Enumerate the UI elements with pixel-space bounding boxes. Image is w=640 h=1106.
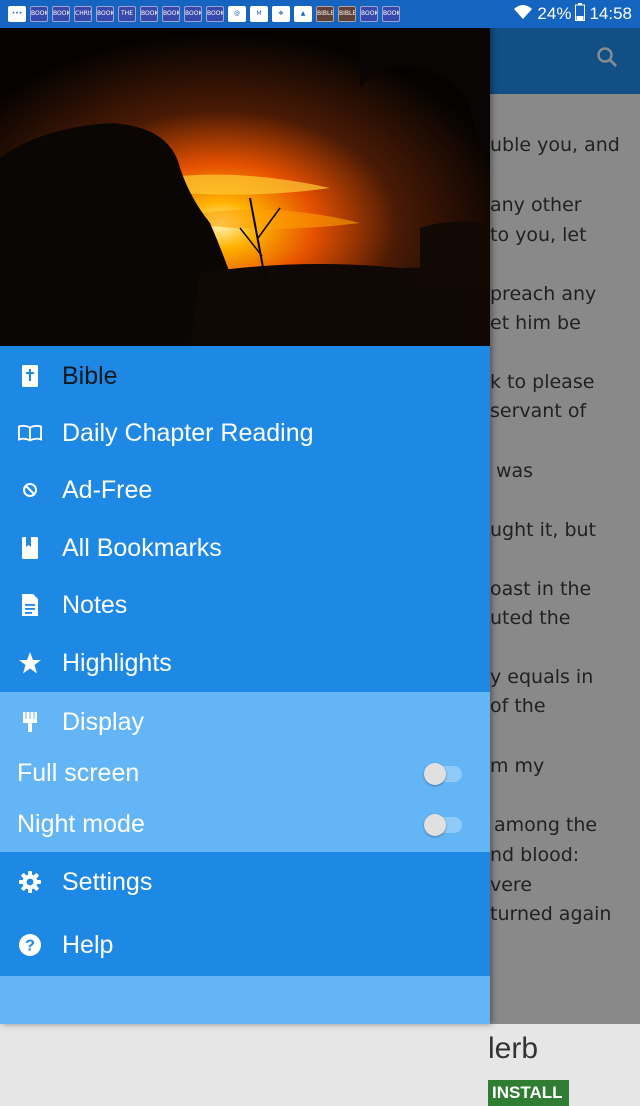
gear-icon: [18, 870, 42, 894]
note-icon: [18, 593, 42, 617]
clock: 14:58: [589, 4, 632, 23]
menu-item-all-bookmarks[interactable]: All Bookmarks: [0, 520, 490, 576]
book-app-icon-5: BOOK: [140, 6, 158, 22]
full-screen-row[interactable]: Full screen: [0, 750, 490, 800]
drawer-header-image: [0, 28, 490, 346]
status-bar: •••BOOKBOOKCHRISTBOOKTHEBOOKBOOKBOOKBOOK…: [0, 0, 640, 28]
dropbox-icon: ❖: [272, 6, 290, 22]
book-app-icon-9: BOOK: [360, 6, 378, 22]
menu-item-daily-chapter-reading[interactable]: Daily Chapter Reading: [0, 405, 490, 461]
ad-title: lerb: [488, 1032, 539, 1065]
battery-icon: [575, 3, 586, 25]
book-app-icon-4: BOOK: [96, 6, 114, 22]
settings-label: Settings: [62, 867, 153, 896]
night-mode-switch[interactable]: [424, 814, 462, 836]
messages-icon: •••: [8, 6, 26, 22]
notification-icons: •••BOOKBOOKCHRISTBOOKTHEBOOKBOOKBOOKBOOK…: [8, 6, 400, 22]
help-icon: ?: [18, 933, 42, 957]
book-app-icon-3: CHRIST: [74, 6, 92, 22]
full-screen-label: Full screen: [17, 759, 140, 787]
menu-item-notes[interactable]: Notes: [0, 577, 490, 633]
block-icon: [18, 478, 42, 502]
star-icon: [18, 651, 42, 675]
menu-item-label: Ad-Free: [62, 475, 153, 504]
menu-item-label: Notes: [62, 590, 128, 619]
book-app-icon-7: BOOK: [184, 6, 202, 22]
bible-book-icon: [18, 364, 42, 388]
battery-level: 24%: [537, 4, 572, 23]
menu-item-label: Bible: [62, 361, 118, 390]
gallery-icon: ▲: [294, 6, 312, 22]
the-gospel-app-icon: THE: [118, 6, 136, 22]
display-label: Display: [62, 707, 144, 736]
open-book-icon: [18, 421, 42, 445]
menu-item-ad-free[interactable]: Ad-Free: [0, 462, 490, 518]
help-label: Help: [62, 930, 114, 959]
full-screen-switch[interactable]: [424, 763, 462, 785]
wifi-icon: [513, 3, 533, 25]
navigation-drawer: Bible Daily Chapter Reading Ad-Free All Boo…: [0, 28, 490, 1024]
menu-item-highlights[interactable]: Highlights: [0, 635, 490, 691]
gmail-icon: M: [250, 6, 268, 22]
book-app-icon-8: BOOK: [206, 6, 224, 22]
at-sign-icon: @: [228, 6, 246, 22]
menu-item-label: Daily Chapter Reading: [62, 418, 314, 447]
display-header: Display: [0, 694, 490, 750]
switch-knob: [424, 763, 446, 785]
brush-icon: [18, 710, 42, 734]
book-app-icon-1: BOOK: [30, 6, 48, 22]
help-item[interactable]: ? Help: [0, 917, 490, 973]
night-mode-label: Night mode: [17, 810, 145, 838]
book-app-icon-10: BOOK: [382, 6, 400, 22]
display-section: Display Full screen Night mode: [0, 692, 490, 852]
book-app-icon-6: BOOK: [162, 6, 180, 22]
bookmark-book-icon: [18, 536, 42, 560]
night-mode-row[interactable]: Night mode: [0, 801, 490, 851]
bible-app-icon-1: BIBLE: [316, 6, 334, 22]
book-app-icon-2: BOOK: [52, 6, 70, 22]
bible-app-icon-2: BIBLE: [338, 6, 356, 22]
settings-item[interactable]: Settings: [0, 854, 490, 910]
footer-menu: Settings ? Help: [0, 852, 490, 976]
menu-item-label: All Bookmarks: [62, 533, 222, 562]
menu-item-bible[interactable]: Bible: [0, 348, 490, 404]
main-menu: Bible Daily Chapter Reading Ad-Free All Boo…: [0, 346, 490, 692]
menu-item-label: Highlights: [62, 648, 172, 677]
svg-text:?: ?: [25, 938, 35, 955]
ad-install-button[interactable]: INSTALL: [488, 1080, 569, 1106]
switch-knob: [424, 814, 446, 836]
